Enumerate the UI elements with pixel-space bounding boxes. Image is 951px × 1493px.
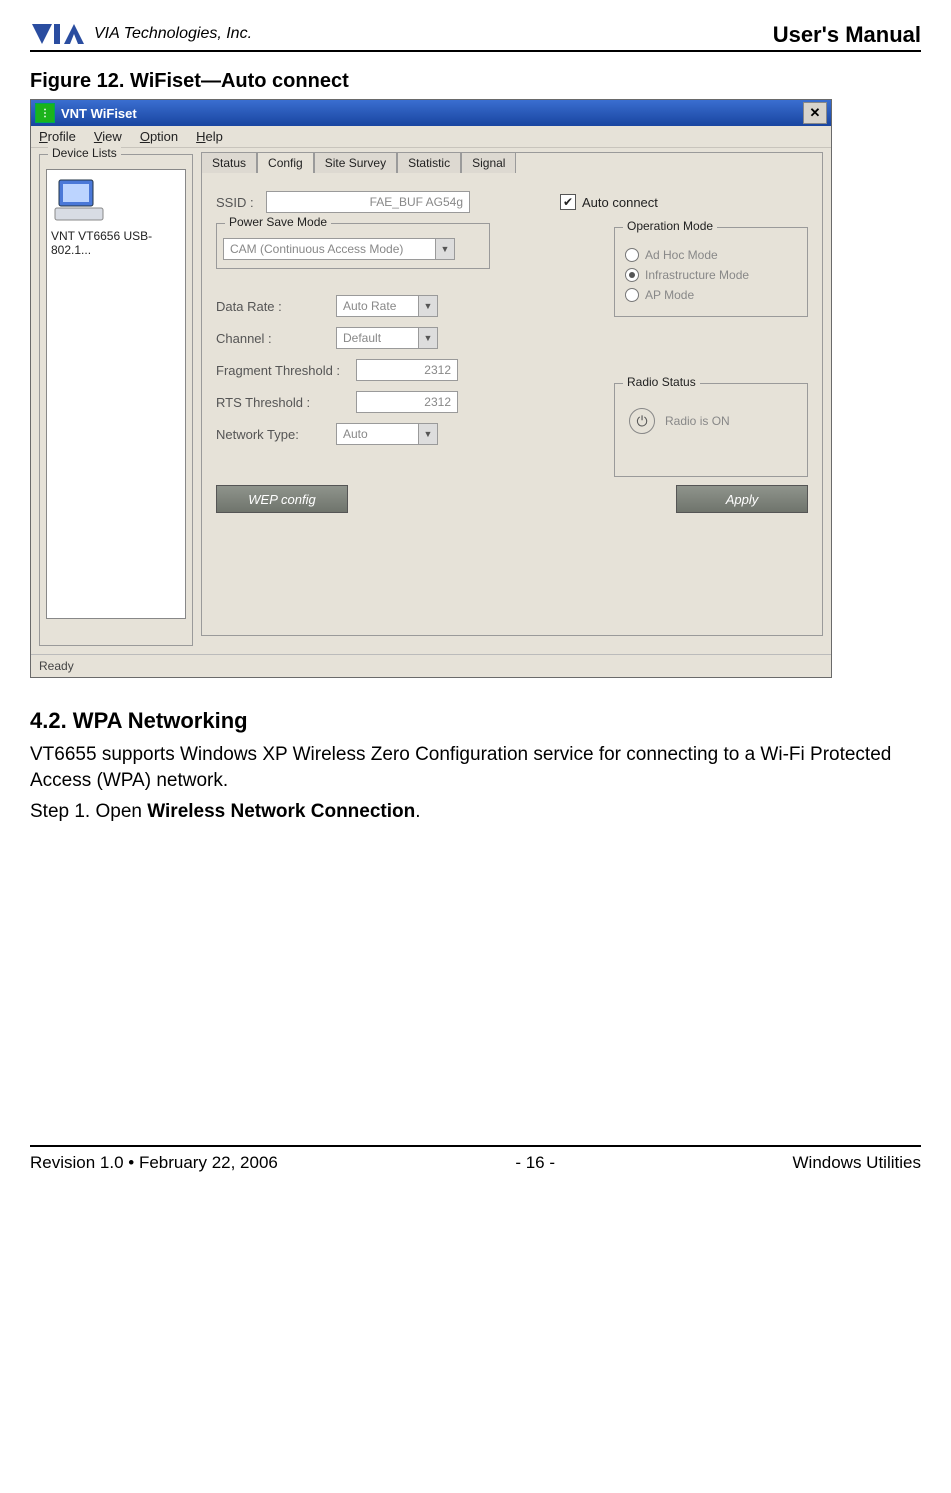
config-panel: SSID : FAE_BUF AG54g ✔ Auto connect Powe… <box>201 173 823 636</box>
footer-left: Revision 1.0 • February 22, 2006 <box>30 1153 278 1173</box>
window-title: VNT WiFiset <box>61 106 137 121</box>
tab-statistic[interactable]: Statistic <box>397 152 461 173</box>
radio-ap[interactable]: AP Mode <box>625 288 797 302</box>
close-icon: ✕ <box>810 105 821 121</box>
operation-mode-group: Operation Mode Ad Hoc Mode Infrastructur… <box>614 227 808 317</box>
tab-status[interactable]: Status <box>201 152 257 173</box>
section-paragraph-2: Step 1. Open Wireless Network Connection… <box>30 799 921 825</box>
network-type-select[interactable]: Auto ▼ <box>336 423 438 445</box>
radio-status-text: Radio is ON <box>665 414 730 428</box>
data-rate-select[interactable]: Auto Rate ▼ <box>336 295 438 317</box>
menu-help[interactable]: Help <box>196 129 223 144</box>
menu-option[interactable]: Option <box>140 129 178 144</box>
chevron-down-icon: ▼ <box>418 424 437 444</box>
titlebar[interactable]: ⋮ VNT WiFiset ✕ <box>31 100 831 126</box>
channel-label: Channel : <box>216 331 336 346</box>
radio-status-legend: Radio Status <box>623 375 700 389</box>
radio-infrastructure[interactable]: Infrastructure Mode <box>625 268 797 282</box>
device-lists-legend: Device Lists <box>48 146 121 160</box>
menubar: Profile View Option Help <box>31 126 831 148</box>
app-icon: ⋮ <box>35 103 55 123</box>
tabs: Status Config Site Survey Statistic Sign… <box>201 152 823 173</box>
company-name: VIA Technologies, Inc. <box>94 25 252 43</box>
operation-mode-legend: Operation Mode <box>623 219 717 233</box>
fragment-label: Fragment Threshold : <box>216 363 356 378</box>
channel-select[interactable]: Default ▼ <box>336 327 438 349</box>
footer-right: Windows Utilities <box>793 1153 921 1173</box>
tab-site-survey[interactable]: Site Survey <box>314 152 397 173</box>
statusbar: Ready <box>31 654 831 677</box>
section-heading: 4.2. WPA Networking <box>30 708 921 734</box>
power-save-legend: Power Save Mode <box>225 215 331 229</box>
device-list[interactable]: VNT VT6656 USB-802.1... <box>46 169 186 619</box>
logo-area: VIA Technologies, Inc. <box>30 20 252 48</box>
page-footer: Revision 1.0 • February 22, 2006 - 16 - … <box>30 1145 921 1173</box>
figure-caption: Figure 12. WiFiset—Auto connect <box>30 70 921 93</box>
device-lists-group: Device Lists VNT VT6656 USB-802.1... <box>39 154 193 646</box>
wep-config-button[interactable]: WEP config <box>216 485 348 513</box>
ssid-label: SSID : <box>216 195 266 210</box>
chevron-down-icon: ▼ <box>418 296 437 316</box>
fragment-input[interactable]: 2312 <box>356 359 458 381</box>
ssid-input[interactable]: FAE_BUF AG54g <box>266 191 470 213</box>
data-rate-label: Data Rate : <box>216 299 336 314</box>
chevron-down-icon: ▼ <box>418 328 437 348</box>
close-button[interactable]: ✕ <box>803 102 827 124</box>
tab-config[interactable]: Config <box>257 152 314 173</box>
radio-adhoc[interactable]: Ad Hoc Mode <box>625 248 797 262</box>
apply-button[interactable]: Apply <box>676 485 808 513</box>
radio-on-icon: ⏻ <box>629 408 655 434</box>
autoconnect-label: Auto connect <box>582 195 658 210</box>
footer-center: - 16 - <box>515 1153 555 1173</box>
power-save-select[interactable]: CAM (Continuous Access Mode) ▼ <box>223 238 455 260</box>
rts-label: RTS Threshold : <box>216 395 356 410</box>
via-logo-icon <box>30 20 90 48</box>
power-save-group: Power Save Mode CAM (Continuous Access M… <box>216 223 490 269</box>
tab-signal[interactable]: Signal <box>461 152 516 173</box>
computer-icon <box>53 178 105 224</box>
page-header: VIA Technologies, Inc. User's Manual <box>30 20 921 52</box>
wifiset-window: ⋮ VNT WiFiset ✕ Profile View Option Help… <box>30 99 832 678</box>
network-type-label: Network Type: <box>216 427 336 442</box>
manual-title: User's Manual <box>773 22 921 48</box>
device-name: VNT VT6656 USB-802.1... <box>51 229 181 257</box>
rts-input[interactable]: 2312 <box>356 391 458 413</box>
power-save-value: CAM (Continuous Access Mode) <box>224 242 435 256</box>
autoconnect-checkbox[interactable]: ✔ <box>560 194 576 210</box>
menu-profile[interactable]: Profile <box>39 129 76 144</box>
menu-view[interactable]: View <box>94 129 122 144</box>
section-paragraph-1: VT6655 supports Windows XP Wireless Zero… <box>30 742 921 793</box>
chevron-down-icon: ▼ <box>435 239 454 259</box>
radio-status-group: Radio Status ⏻ Radio is ON <box>614 383 808 477</box>
